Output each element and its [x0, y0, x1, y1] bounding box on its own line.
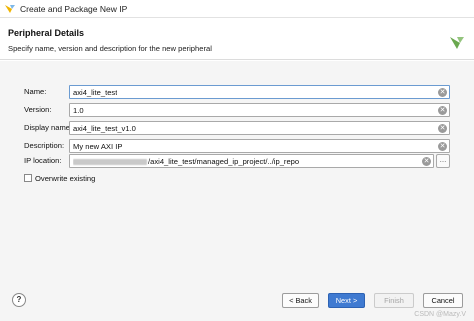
name-label: Name:: [24, 87, 47, 96]
description-input[interactable]: My new AXI IP ✕: [69, 139, 450, 153]
display-name-label: Display name:: [24, 123, 73, 132]
wizard-header: Peripheral Details Specify name, version…: [0, 19, 474, 60]
clear-icon[interactable]: ✕: [438, 88, 447, 97]
display-name-row: Display name: axi4_lite_test_v1.0 ✕: [0, 121, 474, 135]
clear-icon[interactable]: ✕: [422, 157, 431, 166]
overwrite-existing[interactable]: Overwrite existing: [24, 172, 95, 184]
browse-button[interactable]: …: [436, 154, 450, 168]
version-row: Version: 1.0 ✕: [0, 103, 474, 117]
display-name-value: axi4_lite_test_v1.0: [73, 124, 136, 133]
wizard-footer: ? < Back Next > Finish Cancel CSDN @Mazy…: [0, 283, 474, 321]
name-row: Name: axi4_lite_test ✕: [0, 85, 474, 99]
finish-button[interactable]: Finish: [374, 293, 414, 308]
vivado-logo-icon: [450, 37, 464, 49]
clear-icon[interactable]: ✕: [438, 124, 447, 133]
form-panel: Name: axi4_lite_test ✕ Version: 1.0 ✕ Di…: [0, 61, 474, 283]
ip-location-input[interactable]: /axi4_lite_test/managed_ip_project/../ip…: [69, 154, 434, 168]
ip-location-path: /axi4_lite_test/managed_ip_project/../ip…: [148, 157, 300, 166]
redacted-path: [73, 159, 147, 165]
description-label: Description:: [24, 141, 65, 150]
next-button[interactable]: Next >: [328, 293, 365, 308]
page-subtitle: Specify name, version and description fo…: [8, 44, 212, 53]
description-value: My new AXI IP: [73, 142, 123, 151]
clear-icon[interactable]: ✕: [438, 106, 447, 115]
overwrite-label: Overwrite existing: [35, 173, 96, 183]
clear-icon[interactable]: ✕: [438, 142, 447, 151]
name-value: axi4_lite_test: [73, 88, 118, 97]
name-input[interactable]: axi4_lite_test ✕: [69, 85, 450, 99]
page-title: Peripheral Details: [8, 28, 85, 38]
overwrite-checkbox[interactable]: [24, 174, 32, 182]
version-input[interactable]: 1.0 ✕: [69, 103, 450, 117]
watermark: CSDN @Mazy.V: [414, 311, 466, 318]
version-value: 1.0: [73, 106, 84, 115]
window-title: Create and Package New IP: [20, 3, 128, 14]
vivado-logo-icon: [5, 4, 15, 13]
version-label: Version:: [24, 105, 52, 114]
ip-location-row: IP location: /axi4_lite_test/managed_ip_…: [0, 154, 474, 168]
ip-location-value: /axi4_lite_test/managed_ip_project/../ip…: [73, 157, 299, 166]
description-row: Description: My new AXI IP ✕: [0, 139, 474, 153]
title-bar: Create and Package New IP: [0, 0, 474, 18]
help-icon[interactable]: ?: [12, 293, 26, 307]
cancel-button[interactable]: Cancel: [423, 293, 463, 308]
back-button[interactable]: < Back: [282, 293, 319, 308]
display-name-input[interactable]: axi4_lite_test_v1.0 ✕: [69, 121, 450, 135]
ip-location-label: IP location:: [24, 156, 62, 165]
